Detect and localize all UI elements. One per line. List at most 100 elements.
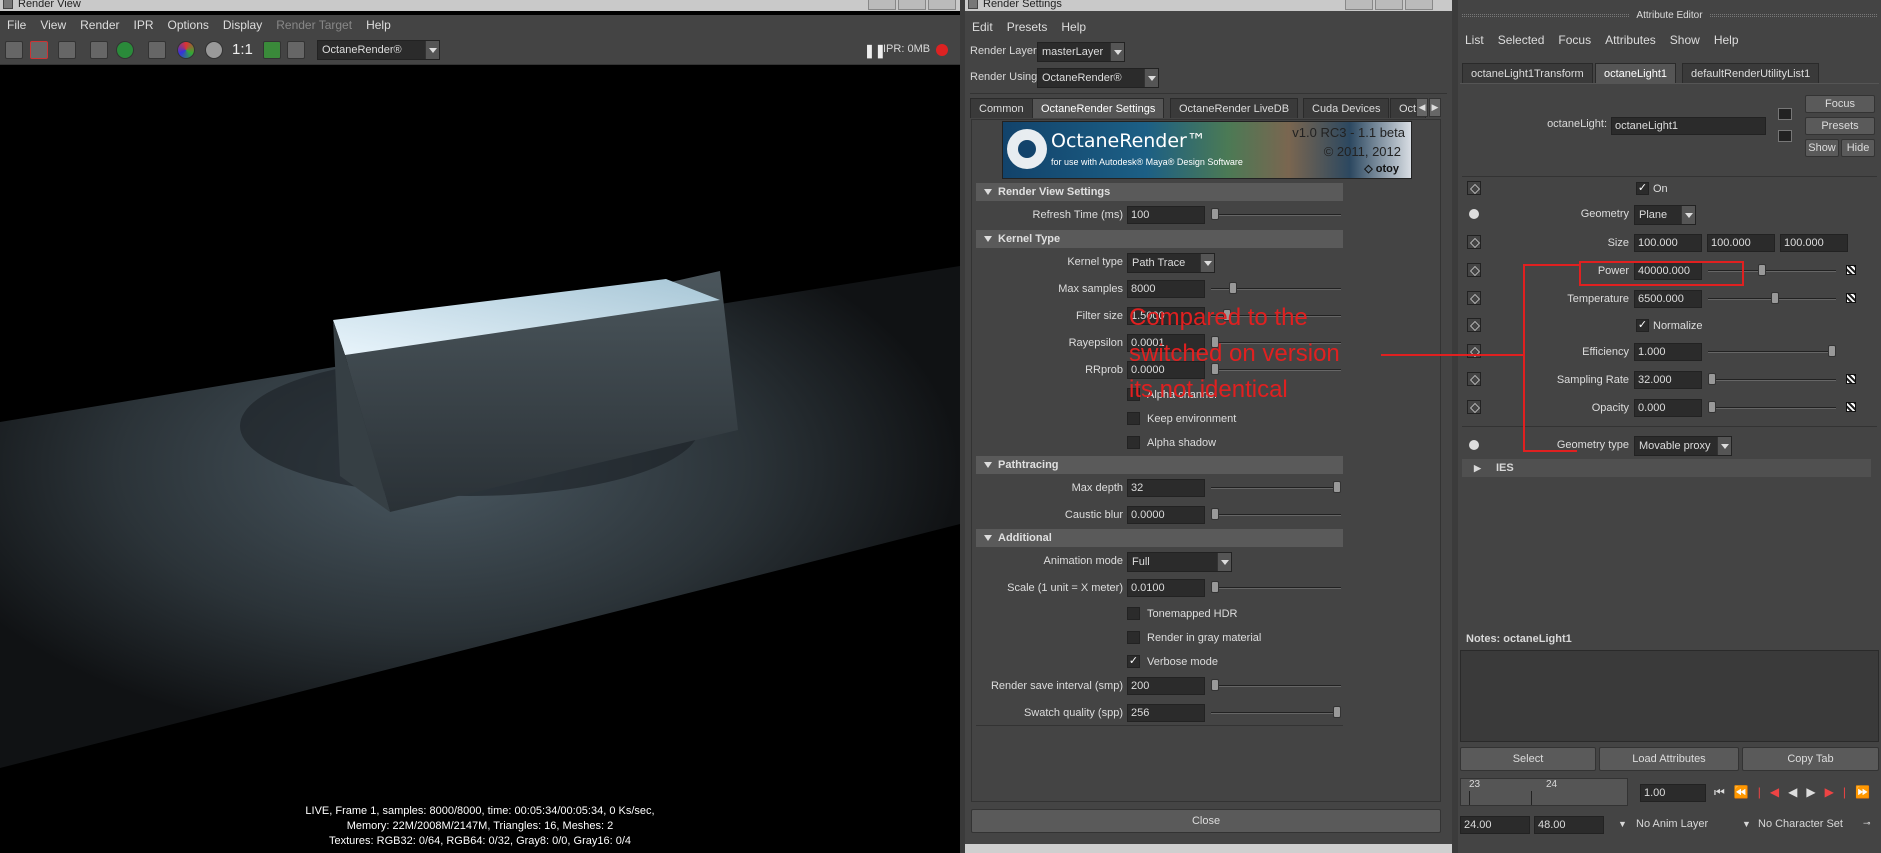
play-forward-icon[interactable]: ▶: [1806, 785, 1824, 799]
map-texture-icon[interactable]: [1846, 402, 1856, 412]
range-start-field[interactable]: 24.00: [1460, 816, 1530, 834]
slider-knob[interactable]: [1333, 706, 1341, 718]
maximize-button[interactable]: [898, 0, 926, 10]
alpha-shadow-checkbox[interactable]: [1127, 436, 1140, 449]
render-using-select[interactable]: OctaneRender®: [1037, 68, 1159, 88]
ies-section[interactable]: ▶ IES: [1462, 459, 1871, 477]
refresh-time-field[interactable]: 100: [1127, 206, 1205, 224]
slider-knob[interactable]: [1211, 581, 1219, 593]
max-depth-slider[interactable]: [1211, 487, 1341, 489]
key-icon[interactable]: ⊸: [1863, 818, 1871, 829]
menu-selected[interactable]: Selected: [1491, 30, 1552, 50]
keep-environment-checkbox[interactable]: [1127, 412, 1140, 425]
close-window-button[interactable]: [1405, 0, 1433, 10]
slider-knob[interactable]: [1771, 292, 1779, 304]
animation-mode-select[interactable]: Full: [1127, 552, 1232, 572]
refresh-time-slider[interactable]: [1211, 214, 1341, 216]
normalize-checkbox[interactable]: ✓: [1636, 319, 1649, 332]
menu-help[interactable]: Help: [359, 15, 398, 35]
swatch-quality-slider[interactable]: [1211, 712, 1341, 714]
render-region-icon[interactable]: [30, 41, 48, 59]
anim-layer-label[interactable]: No Anim Layer: [1636, 818, 1708, 830]
sampling-rate-slider[interactable]: [1708, 379, 1836, 381]
render-settings-icon[interactable]: [148, 41, 166, 59]
geometry-type-select[interactable]: Movable proxy: [1634, 436, 1732, 456]
rgb-channel-icon[interactable]: [177, 41, 195, 59]
tab-octanelight1[interactable]: octaneLight1: [1595, 63, 1676, 83]
minimize-button[interactable]: [1345, 0, 1373, 10]
on-checkbox[interactable]: ✓: [1636, 182, 1649, 195]
slider-knob[interactable]: [1211, 508, 1219, 520]
sampling-rate-field[interactable]: 32.000: [1634, 371, 1702, 389]
slider-knob[interactable]: [1333, 481, 1341, 493]
scale-slider[interactable]: [1211, 587, 1341, 589]
menu-list[interactable]: List: [1458, 30, 1491, 50]
slider-knob[interactable]: [1758, 264, 1766, 276]
time-slider[interactable]: 23 24: [1460, 778, 1628, 806]
render-layer-select[interactable]: masterLayer: [1037, 42, 1125, 62]
ipr-render-icon[interactable]: [90, 41, 108, 59]
maximize-button[interactable]: [1375, 0, 1403, 10]
remove-image-icon[interactable]: [287, 41, 305, 59]
step-forward-key-icon[interactable]: ⏩: [1855, 785, 1879, 799]
real-size-button[interactable]: 1:1: [232, 41, 253, 58]
node-name-field[interactable]: octaneLight1: [1611, 117, 1766, 135]
chevron-down-icon[interactable]: ▼: [1742, 819, 1751, 829]
redo-render-icon[interactable]: [5, 41, 23, 59]
tab-octane-livedb[interactable]: OctaneRender LiveDB: [1170, 98, 1299, 118]
max-samples-field[interactable]: 8000: [1127, 280, 1205, 298]
menu-render-target[interactable]: Render Target: [269, 15, 359, 35]
opacity-slider[interactable]: [1708, 407, 1836, 409]
menu-options[interactable]: Options: [161, 15, 216, 35]
renderer-select[interactable]: OctaneRender®: [317, 40, 440, 60]
go-to-start-icon[interactable]: ⏮: [1714, 785, 1734, 799]
slider-knob[interactable]: [1708, 401, 1716, 413]
tab-scroll-left-icon[interactable]: ◀: [1416, 98, 1428, 117]
tonemapped-hdr-checkbox[interactable]: [1127, 607, 1140, 620]
swatch-quality-field[interactable]: 256: [1127, 704, 1205, 722]
menu-view[interactable]: View: [33, 15, 73, 35]
play-back-icon[interactable]: ◀: [1788, 785, 1806, 799]
render-save-interval-field[interactable]: 200: [1127, 677, 1205, 695]
chevron-down-icon[interactable]: ▼: [1618, 819, 1627, 829]
section-additional[interactable]: Additional: [976, 529, 1343, 547]
close-button[interactable]: Close: [971, 809, 1441, 833]
tab-octane-settings[interactable]: OctaneRender Settings: [1032, 98, 1165, 118]
tab-scroll-right-icon[interactable]: ▶: [1429, 98, 1441, 117]
tab-common[interactable]: Common: [970, 98, 1033, 118]
menu-render[interactable]: Render: [73, 15, 126, 35]
render-gray-checkbox[interactable]: [1127, 631, 1140, 644]
step-back-frame-icon[interactable]: |◀: [1758, 785, 1788, 799]
efficiency-field[interactable]: 1.000: [1634, 343, 1702, 361]
tab-octanelight1transform[interactable]: octaneLight1Transform: [1462, 63, 1593, 83]
input-connection-icon[interactable]: [1778, 108, 1792, 120]
slider-knob[interactable]: [1828, 345, 1836, 357]
temperature-field[interactable]: 6500.000: [1634, 290, 1702, 308]
menu-focus[interactable]: Focus: [1551, 30, 1598, 50]
current-frame-field[interactable]: 1.00: [1640, 784, 1706, 802]
load-attributes-button[interactable]: Load Attributes: [1599, 747, 1739, 771]
geometry-select[interactable]: Plane: [1634, 205, 1696, 225]
step-back-key-icon[interactable]: ⏪: [1734, 785, 1758, 799]
verbose-mode-checkbox[interactable]: ✓: [1127, 655, 1140, 668]
show-button[interactable]: Show: [1805, 139, 1839, 157]
menu-file[interactable]: File: [0, 15, 33, 35]
menu-display[interactable]: Display: [216, 15, 269, 35]
menu-attributes[interactable]: Attributes: [1598, 30, 1663, 50]
menu-presets[interactable]: Presets: [1000, 17, 1055, 37]
tab-defaultrenderutilitylist1[interactable]: defaultRenderUtilityList1: [1682, 63, 1820, 83]
max-depth-field[interactable]: 32: [1127, 479, 1205, 497]
menu-edit[interactable]: Edit: [965, 17, 1000, 37]
keep-image-icon[interactable]: [263, 41, 281, 59]
slider-knob[interactable]: [1211, 208, 1219, 220]
slider-knob[interactable]: [1211, 679, 1219, 691]
slider-knob[interactable]: [1229, 282, 1237, 294]
section-pathtracing[interactable]: Pathtracing: [976, 456, 1343, 474]
opacity-field[interactable]: 0.000: [1634, 399, 1702, 417]
size-x-field[interactable]: 100.000: [1634, 234, 1702, 252]
close-window-button[interactable]: [928, 0, 956, 10]
slider-knob[interactable]: [1708, 373, 1716, 385]
size-y-field[interactable]: 100.000: [1707, 234, 1775, 252]
render-viewport[interactable]: LIVE, Frame 1, samples: 8000/8000, time:…: [0, 66, 960, 853]
copy-tab-button[interactable]: Copy Tab: [1742, 747, 1879, 771]
